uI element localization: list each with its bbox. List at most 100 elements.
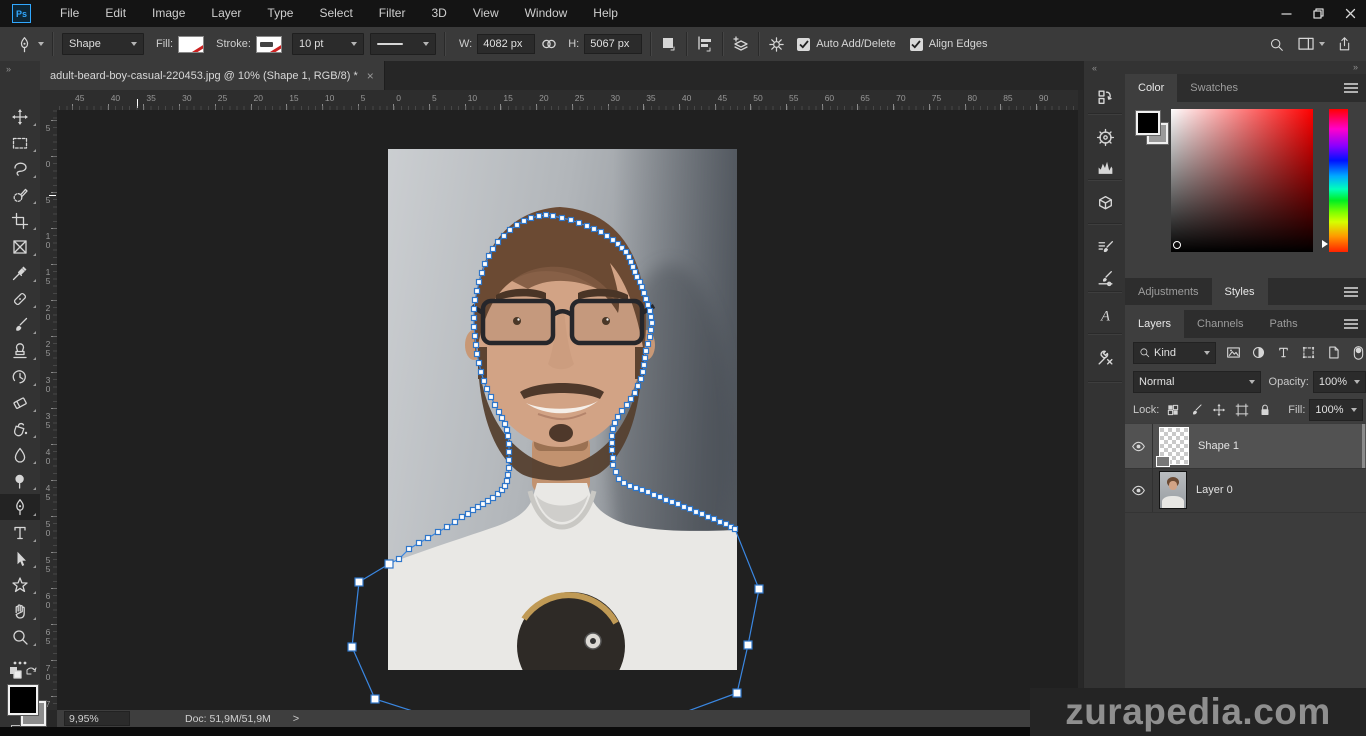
- tab-styles[interactable]: Styles: [1212, 278, 1268, 305]
- filter-imglayer-button[interactable]: [1226, 345, 1241, 360]
- tab-channels[interactable]: Channels: [1184, 310, 1256, 338]
- pen-tool-icon[interactable]: [16, 36, 33, 53]
- tool-pen[interactable]: [0, 494, 40, 520]
- lock-lockartboard-button[interactable]: [1235, 403, 1249, 417]
- panel-icon-navigator[interactable]: [1093, 125, 1117, 149]
- scrollbar-thumb[interactable]: [1362, 424, 1365, 468]
- expand-panels-button[interactable]: »: [1125, 61, 1366, 74]
- gear-icon[interactable]: [768, 36, 785, 53]
- stroke-swatch[interactable]: [256, 36, 282, 53]
- panel-foreground-swatch[interactable]: [1136, 111, 1160, 135]
- path-operations-icon[interactable]: [660, 35, 678, 53]
- tool-shape[interactable]: [0, 572, 40, 598]
- zoom-level-field[interactable]: 9,95%: [64, 711, 130, 726]
- tool-type[interactable]: [0, 520, 40, 546]
- layer-thumbnail[interactable]: [1159, 471, 1187, 509]
- swap-colors-icon[interactable]: [7, 665, 37, 681]
- workspace-chevron-icon[interactable]: [1319, 42, 1325, 46]
- blend-mode-select[interactable]: Normal: [1133, 371, 1261, 393]
- tool-blur[interactable]: [0, 442, 40, 468]
- tab-paths[interactable]: Paths: [1257, 310, 1311, 338]
- lock-move-button[interactable]: [1212, 403, 1226, 417]
- tool-gradient[interactable]: [0, 416, 40, 442]
- lock-lockchecker-button[interactable]: [1166, 403, 1180, 417]
- tab-close-icon[interactable]: ×: [367, 69, 374, 83]
- tool-eraser[interactable]: [0, 390, 40, 416]
- tab-layers[interactable]: Layers: [1125, 310, 1184, 338]
- vertical-ruler[interactable]: 5051015202530354045505560657075: [40, 110, 58, 710]
- tool-eyedropper[interactable]: [0, 260, 40, 286]
- tool-lasso[interactable]: [0, 156, 40, 182]
- foreground-color-swatch[interactable]: [8, 685, 38, 715]
- tool-crop[interactable]: [0, 208, 40, 234]
- tool-zoomtool[interactable]: [0, 624, 40, 650]
- collapse-panels-button[interactable]: «: [1084, 61, 1126, 75]
- menu-file[interactable]: File: [47, 0, 92, 27]
- link-dimensions-icon[interactable]: [541, 38, 557, 50]
- tool-historybrush[interactable]: [0, 364, 40, 390]
- panel-menu-icon[interactable]: [1344, 83, 1358, 93]
- close-button[interactable]: [1334, 0, 1366, 27]
- menu-view[interactable]: View: [460, 0, 512, 27]
- menu-edit[interactable]: Edit: [92, 0, 139, 27]
- tab-color[interactable]: Color: [1125, 74, 1177, 102]
- tool-preset-chevron-icon[interactable]: [38, 42, 44, 46]
- layer-row-shape-1[interactable]: Shape 1: [1125, 424, 1366, 469]
- tab-swatches[interactable]: Swatches: [1177, 74, 1251, 102]
- hue-strip[interactable]: [1329, 109, 1348, 252]
- filter-toggle-pill[interactable]: [1351, 345, 1366, 360]
- stroke-width-select[interactable]: 10 pt: [292, 33, 364, 55]
- menu-select[interactable]: Select: [306, 0, 365, 27]
- tool-dodge[interactable]: [0, 468, 40, 494]
- filter-kind-select[interactable]: Kind: [1133, 342, 1216, 364]
- restore-button[interactable]: [1302, 0, 1334, 27]
- filter-smartobj-button[interactable]: [1326, 345, 1341, 360]
- path-alignment-icon[interactable]: [696, 35, 714, 53]
- color-field-selector[interactable]: [1173, 241, 1181, 249]
- panel-icon-tools[interactable]: [1093, 345, 1117, 369]
- hue-strip-marker[interactable]: [1322, 240, 1328, 248]
- panel-icon-glyphs[interactable]: A: [1093, 303, 1117, 327]
- menu-help[interactable]: Help: [580, 0, 631, 27]
- lock-brush-button[interactable]: [1189, 403, 1203, 417]
- fill-select[interactable]: 100%: [1309, 399, 1363, 421]
- share-icon[interactable]: [1337, 36, 1352, 52]
- tool-hand[interactable]: [0, 598, 40, 624]
- layer-thumbnail[interactable]: [1159, 427, 1189, 465]
- panel-menu-icon[interactable]: [1344, 319, 1358, 329]
- document-tab[interactable]: adult-beard-boy-casual-220453.jpg @ 10% …: [40, 61, 385, 90]
- horizontal-ruler[interactable]: 4540353025201510505101520253035404550556…: [57, 90, 1078, 111]
- menu-image[interactable]: Image: [139, 0, 198, 27]
- lock-padlock-button[interactable]: [1258, 403, 1272, 417]
- layer-visibility-toggle[interactable]: [1125, 424, 1153, 468]
- auto-add-delete-checkbox[interactable]: Auto Add/Delete: [797, 38, 896, 51]
- menu-type[interactable]: Type: [254, 0, 306, 27]
- tool-quickselect[interactable]: [0, 182, 40, 208]
- menu-filter[interactable]: Filter: [366, 0, 419, 27]
- tool-mode-select[interactable]: Shape: [62, 33, 144, 55]
- tool-marquee[interactable]: [0, 130, 40, 156]
- filter-shapelayer-button[interactable]: [1301, 345, 1316, 360]
- tool-move[interactable]: [0, 104, 40, 130]
- panel-icon-brushes[interactable]: [1093, 265, 1117, 289]
- menu-3d[interactable]: 3D: [418, 0, 459, 27]
- tool-stamp[interactable]: [0, 338, 40, 364]
- path-arrangement-icon[interactable]: [732, 35, 750, 53]
- color-saturation-field[interactable]: [1171, 109, 1313, 252]
- document-canvas[interactable]: [57, 110, 1078, 710]
- tool-pathselect[interactable]: [0, 546, 40, 572]
- panel-icon-history[interactable]: [1093, 85, 1117, 109]
- menu-window[interactable]: Window: [512, 0, 581, 27]
- minimize-button[interactable]: [1270, 0, 1302, 27]
- filter-adjlayer-button[interactable]: [1251, 345, 1266, 360]
- panel-icon-cube3d[interactable]: [1093, 191, 1117, 215]
- panel-icon-histogram[interactable]: [1093, 155, 1117, 179]
- height-field[interactable]: 5067 px: [584, 34, 642, 54]
- status-options-chevron[interactable]: >: [293, 713, 299, 725]
- tool-healing[interactable]: [0, 286, 40, 312]
- panel-menu-icon[interactable]: [1344, 287, 1358, 297]
- fill-swatch[interactable]: [178, 36, 204, 53]
- layer-row-layer-0[interactable]: Layer 0: [1125, 468, 1366, 513]
- tool-brush[interactable]: [0, 312, 40, 338]
- search-icon[interactable]: [1269, 37, 1284, 52]
